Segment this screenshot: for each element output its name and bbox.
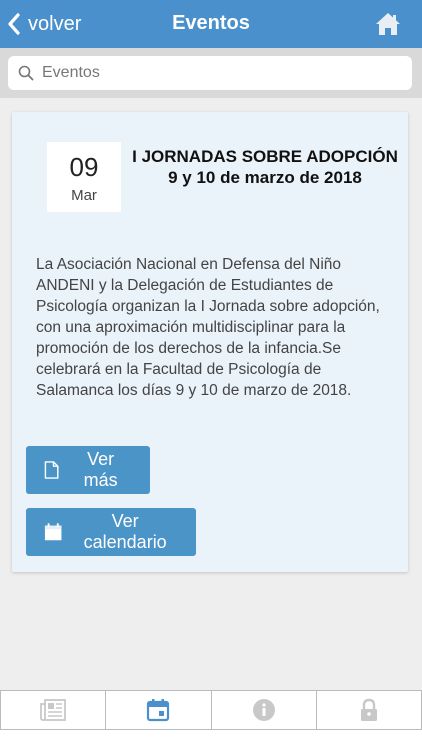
events-list: 09 Mar I JORNADAS SOBRE ADOPCIÓN 9 y 10 …: [0, 98, 422, 690]
event-description: La Asociación Nacional en Defensa del Ni…: [36, 256, 380, 399]
search-box[interactable]: [8, 56, 412, 90]
event-day: 09: [69, 152, 99, 182]
tab-info[interactable]: [212, 691, 317, 729]
bottom-safe-area: [0, 730, 422, 750]
event-card: 09 Mar I JORNADAS SOBRE ADOPCIÓN 9 y 10 …: [12, 112, 408, 572]
lock-icon: [360, 698, 377, 721]
calendar-icon: [44, 523, 62, 541]
ver-calendario-label: Ver calendario: [83, 511, 167, 552]
top-navigation-bar: volver Eventos: [0, 0, 422, 48]
home-icon: [376, 13, 400, 35]
event-title: I JORNADAS SOBRE ADOPCIÓN 9 y 10 de marz…: [132, 147, 398, 187]
event-month: Mar: [71, 187, 97, 204]
newspaper-icon: [40, 699, 67, 721]
search-icon: [18, 65, 34, 81]
calendar-icon: [147, 699, 170, 722]
ver-mas-label: Ver más: [83, 449, 118, 490]
event-date-box: 09 Mar: [47, 142, 121, 212]
info-icon: [252, 699, 275, 721]
search-bar-container: [0, 48, 422, 98]
bottom-tab-bar: [0, 690, 422, 730]
home-button[interactable]: [374, 10, 402, 38]
search-input[interactable]: [42, 64, 382, 82]
tab-events[interactable]: [106, 691, 212, 729]
page-title: Eventos: [172, 12, 250, 34]
tab-news[interactable]: [1, 691, 107, 729]
ver-calendario-button[interactable]: Ver calendario: [26, 508, 196, 556]
document-icon: [44, 461, 59, 479]
tab-lock[interactable]: [317, 691, 421, 729]
ver-mas-button[interactable]: Ver más: [26, 446, 150, 494]
